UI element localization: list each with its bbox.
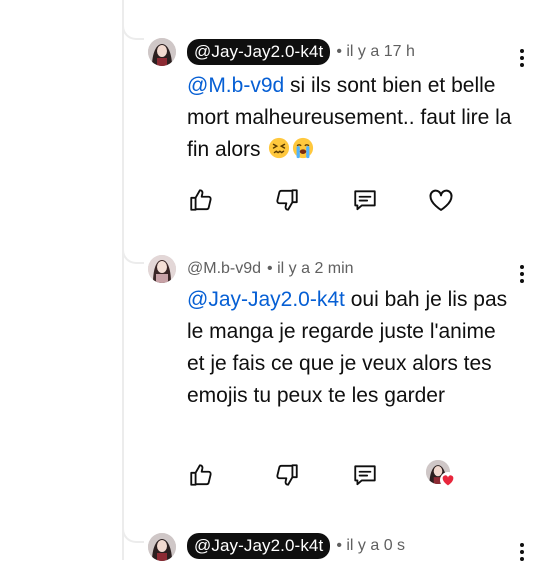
dislike-button[interactable] [272,185,302,215]
thread-branch [122,12,144,40]
thread-line [122,0,124,560]
confounded-face-emoji [269,137,290,159]
avatar[interactable] [148,533,176,561]
comment-meta: @Jay-Jay2.0-k4t • il y a 0 s [187,532,405,560]
comment-actions [186,460,486,490]
timestamp: • il y a 0 s [336,537,406,554]
timestamp: • il y a 17 h [336,43,415,60]
avatar[interactable] [148,255,176,283]
loudly-crying-face-emoji [293,137,314,159]
dislike-button[interactable] [272,460,302,490]
creator-heart-avatar [426,460,456,490]
author-handle[interactable]: @M.b-v9d [187,260,261,278]
creator-heart[interactable] [426,460,456,490]
reply-button[interactable] [350,185,380,215]
comment-text: @Jay-Jay2.0-k4t oui bah je lis pas le ma… [187,284,517,412]
avatar[interactable] [148,38,176,66]
comment-meta: @Jay-Jay2.0-k4t • il y a 17 h [187,38,415,66]
heart-icon [429,189,453,211]
reply-button[interactable] [350,460,380,490]
heart-icon [440,472,456,488]
more-vertical-icon[interactable] [510,262,534,286]
comment-text: @M.b-v9d si ils sont bien et belle mort … [187,70,517,166]
more-vertical-icon[interactable] [510,540,534,564]
thread-branch [122,515,144,543]
reply-icon [354,465,376,486]
comment-meta: @M.b-v9d • il y a 2 min [187,255,354,283]
thumbs-down-icon [276,464,298,486]
like-button[interactable] [186,460,216,490]
author-handle-chip[interactable]: @Jay-Jay2.0-k4t [187,533,331,559]
thumbs-up-icon [190,189,212,211]
mention-link[interactable]: @Jay-Jay2.0-k4t [187,288,345,311]
mention-link[interactable]: @M.b-v9d [187,74,284,97]
comment-actions [186,185,486,215]
thumbs-up-icon [190,464,212,486]
like-button[interactable] [186,185,216,215]
more-vertical-icon[interactable] [510,46,534,70]
timestamp: • il y a 2 min [267,260,354,277]
heart-button[interactable] [426,185,456,215]
thread-branch [122,236,144,264]
thumbs-down-icon [276,189,298,211]
author-handle-chip[interactable]: @Jay-Jay2.0-k4t [187,39,331,65]
reply-icon [354,190,376,211]
